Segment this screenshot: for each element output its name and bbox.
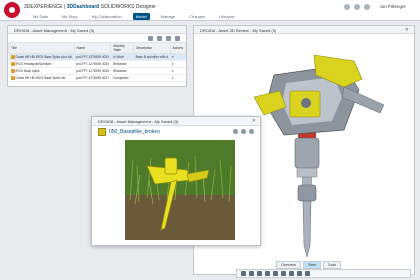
close-icon[interactable]: ✕ xyxy=(252,118,256,124)
tab-model[interactable]: Model xyxy=(132,12,150,20)
view-tab-overview[interactable]: Overview xyxy=(276,261,301,269)
table-cell xyxy=(133,74,171,82)
app-title-suffix: SOLIDWORKS Designer xyxy=(99,4,156,10)
broken-spike-image xyxy=(125,140,235,240)
app-title-prefix: 3DEXPERIENCE | xyxy=(24,4,67,10)
part-icon xyxy=(10,76,15,81)
asset-list-widget: DROID8 - Asset Management - My Saved (3)… xyxy=(7,25,187,87)
table-cell: Guest HB HB-IRCS Base Spike blk xyxy=(8,74,75,82)
view-toolbar xyxy=(236,269,411,278)
table-row[interactable]: IRCS Base spike prd-FP7-1276939 4026 Relea… xyxy=(8,67,186,75)
chevron-down-icon[interactable]: ▾ xyxy=(172,62,174,66)
rotate-icon[interactable] xyxy=(241,271,246,276)
table-cell: ▾ xyxy=(170,60,186,68)
part-icon xyxy=(10,55,15,60)
zoom-icon[interactable] xyxy=(257,271,262,276)
share-icon[interactable] xyxy=(233,129,238,134)
table-cell: Completed xyxy=(110,74,134,82)
table-cell: prd-FP7-1276939 4024 xyxy=(74,53,111,61)
dashboard-tabs: My Data My Story My Collaboration Model Mana… xyxy=(0,11,420,21)
asset-preview-widget: DROID8 - Asset Management - My Saved (3)… xyxy=(91,116,261,246)
view-tab-tools[interactable]: Tools xyxy=(322,261,342,269)
render-icon[interactable] xyxy=(289,271,294,276)
part-icon xyxy=(10,69,15,74)
table-cell: IRCS HeadspikeSprinkler xyxy=(8,60,75,68)
app-title-app: 3DDashboard xyxy=(66,4,100,10)
filter-icon[interactable] xyxy=(157,36,162,41)
more-icon[interactable] xyxy=(175,36,180,41)
column-header[interactable]: Description xyxy=(133,42,171,54)
column-header[interactable]: Name xyxy=(73,42,112,54)
asset-preview-tools xyxy=(233,129,254,134)
help-icon[interactable] xyxy=(364,4,370,10)
more-icon[interactable] xyxy=(249,129,254,134)
app-window: 3DEXPERIENCE | 3DDashboard SOLIDWORKS De… xyxy=(0,0,420,280)
table-cell: In Work xyxy=(110,53,134,61)
grass-photo xyxy=(125,140,235,240)
table-cell: ▾ xyxy=(170,67,186,75)
asset-table: Title Name Maturity State Description Action… xyxy=(8,42,187,82)
tab-lifecycle[interactable]: Lifecycle xyxy=(216,13,238,20)
table-cell: Released xyxy=(110,67,134,75)
chevron-down-icon[interactable]: ▾ xyxy=(172,69,174,73)
asset-thumbnail xyxy=(98,128,106,136)
pan-icon[interactable] xyxy=(249,271,254,276)
table-row[interactable]: Guest HB HB-IRCS Base Spike blk prd-FP7-1… xyxy=(8,74,186,82)
asset-preview-title: 050_Baseplike_broken xyxy=(98,128,160,136)
views-icon[interactable] xyxy=(297,271,302,276)
tab-my-collaboration[interactable]: My Collaboration xyxy=(89,13,125,20)
column-header[interactable]: Actions xyxy=(169,42,187,54)
table-cell: ▾ xyxy=(170,74,186,82)
asset-table-body: Guest HB HB-IRCS Base Spike plus blk prd-… xyxy=(8,53,186,82)
section-icon[interactable] xyxy=(273,271,278,276)
part-icon xyxy=(10,62,15,67)
column-header[interactable]: Title xyxy=(8,42,75,54)
asset-item-title[interactable]: 050_Baseplike_broken xyxy=(109,129,160,135)
asset-table-header: Title Name Maturity State Description Action… xyxy=(8,42,187,54)
table-cell xyxy=(133,60,171,68)
asset-list-toolbar xyxy=(8,34,186,42)
table-row[interactable]: Guest HB HB-IRCS Base Spike plus blk prd-… xyxy=(8,53,186,61)
tab-manage[interactable]: Manage xyxy=(158,13,178,20)
settings-icon[interactable] xyxy=(305,271,310,276)
top-icons xyxy=(344,4,370,10)
close-icon[interactable]: ✕ xyxy=(405,27,409,33)
table-cell: Released xyxy=(110,60,134,68)
fit-icon[interactable] xyxy=(265,271,270,276)
app-title: 3DEXPERIENCE | 3DDashboard SOLIDWORKS De… xyxy=(24,4,156,10)
share-icon[interactable] xyxy=(344,4,350,10)
table-cell: Guest HB HB-IRCS Base Spike plus blk xyxy=(8,53,75,61)
view-tabs: Overview View Tools xyxy=(276,261,342,269)
refresh-icon[interactable] xyxy=(166,36,171,41)
table-cell: ▾ xyxy=(170,53,186,61)
tab-my-data[interactable]: My Data xyxy=(30,13,51,20)
table-cell: prd-FP7-1276939 4026 xyxy=(74,67,111,75)
table-cell: prd-FP7-1276939 4027 xyxy=(74,74,111,82)
top-bar: 3DEXPERIENCE | 3DDashboard SOLIDWORKS De… xyxy=(0,0,420,21)
add-icon[interactable] xyxy=(148,36,153,41)
chevron-down-icon[interactable]: ▾ xyxy=(172,55,174,59)
notification-icon[interactable] xyxy=(354,4,360,10)
table-row[interactable]: IRCS HeadspikeSprinkler prd-FP7-1276939 4… xyxy=(8,60,186,68)
measure-icon[interactable] xyxy=(281,271,286,276)
table-cell: IRCS Base spike xyxy=(8,67,75,75)
chevron-down-icon[interactable]: ▾ xyxy=(172,76,174,80)
column-header[interactable]: Maturity State xyxy=(110,42,135,54)
asset-preview-header: DROID8 - Asset Management - My Saved (3) xyxy=(92,117,260,126)
table-cell xyxy=(133,67,171,75)
user-name[interactable]: Jon Pittenger xyxy=(379,4,406,9)
download-icon[interactable] xyxy=(241,129,246,134)
view-tab-view[interactable]: View xyxy=(302,261,321,269)
tab-changes[interactable]: Changes xyxy=(186,13,208,20)
asset-list-header: DROID8 - Asset Management - My Saved (3) xyxy=(8,26,186,34)
table-cell: prd-FP7-1276939 4025 xyxy=(74,60,111,68)
tab-my-story[interactable]: My Story xyxy=(59,13,81,20)
3d-review-header: DROID8 - Asset 3D Review - My Saved (3) xyxy=(194,26,414,34)
table-cell: Base B sprinkler with d xyxy=(133,53,171,61)
